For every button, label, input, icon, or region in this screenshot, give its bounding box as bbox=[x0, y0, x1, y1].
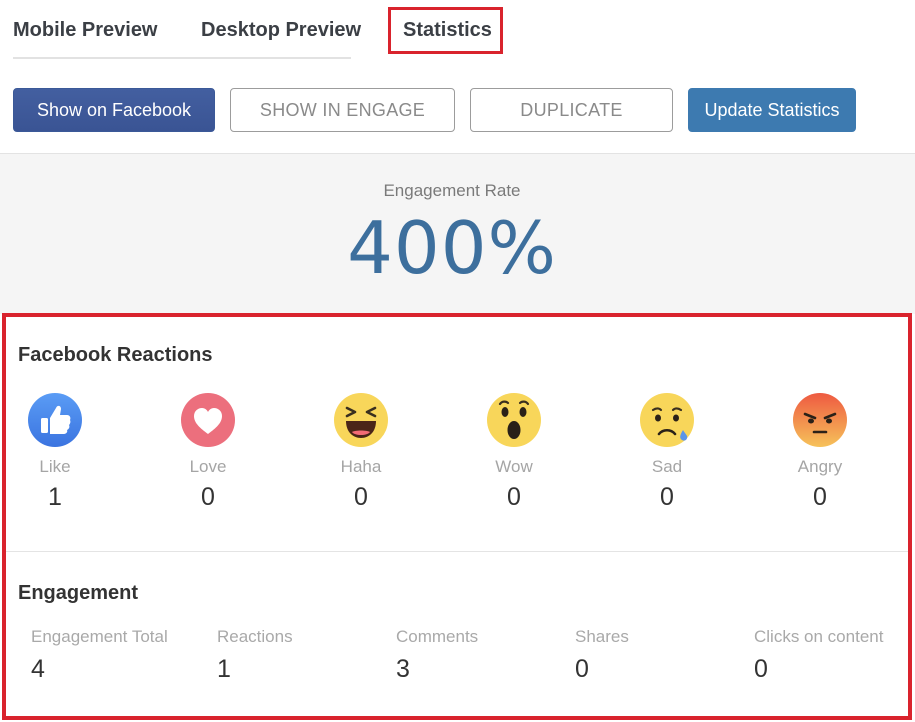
engagement-rate-panel: Engagement Rate 400% bbox=[0, 153, 915, 314]
reaction-label: Wow bbox=[495, 457, 533, 476]
show-in-engage-button[interactable]: SHOW IN ENGAGE bbox=[230, 88, 455, 132]
engagement-item-label: Clicks on content bbox=[754, 627, 884, 646]
reaction-count: 0 bbox=[813, 483, 827, 511]
tab-mobile-preview[interactable]: Mobile Preview bbox=[13, 19, 158, 42]
reaction-label: Love bbox=[189, 457, 227, 476]
section-divider bbox=[6, 551, 908, 552]
reaction-wow: Wow 0 bbox=[464, 392, 564, 512]
facebook-reactions-title: Facebook Reactions bbox=[18, 344, 213, 366]
show-on-facebook-button[interactable]: Show on Facebook bbox=[13, 88, 215, 132]
reaction-label: Sad bbox=[651, 457, 683, 476]
love-icon bbox=[180, 392, 236, 448]
reaction-label: Like bbox=[39, 457, 71, 476]
preview-tabs: Mobile Preview Desktop Preview Statistic… bbox=[0, 0, 915, 70]
tab-desktop-preview[interactable]: Desktop Preview bbox=[201, 19, 361, 42]
haha-icon bbox=[333, 392, 389, 448]
engagement-item-label: Shares bbox=[575, 627, 629, 646]
reaction-label: Angry bbox=[797, 457, 843, 476]
reaction-like: Like 1 bbox=[5, 392, 105, 512]
reaction-haha: Haha 0 bbox=[311, 392, 411, 512]
update-statistics-button[interactable]: Update Statistics bbox=[688, 88, 856, 132]
engagement-item-value: 3 bbox=[396, 655, 410, 683]
engagement-shares: Shares 0 bbox=[575, 627, 745, 684]
engagement-item-value: 0 bbox=[575, 655, 589, 683]
reaction-love: Love 0 bbox=[158, 392, 258, 512]
statistics-page: Mobile Preview Desktop Preview Statistic… bbox=[0, 0, 915, 722]
engagement-clicks: Clicks on content 0 bbox=[754, 627, 904, 684]
reaction-count: 0 bbox=[201, 483, 215, 511]
reaction-count: 0 bbox=[660, 483, 674, 511]
reaction-count: 1 bbox=[48, 483, 62, 511]
engagement-comments: Comments 3 bbox=[396, 627, 566, 684]
engagement-reactions: Reactions 1 bbox=[217, 627, 387, 684]
reaction-count: 0 bbox=[507, 483, 521, 511]
statistics-box: Facebook Reactions Like 1 Love 0 Haha 0 … bbox=[2, 313, 912, 720]
reaction-angry: Angry 0 bbox=[770, 392, 870, 512]
engagement-item-value: 4 bbox=[31, 655, 45, 683]
engagement-item-label: Engagement Total bbox=[31, 627, 168, 646]
reaction-sad: Sad 0 bbox=[617, 392, 717, 512]
engagement-rate-label: Engagement Rate bbox=[383, 181, 521, 200]
reaction-count: 0 bbox=[354, 483, 368, 511]
engagement-item-label: Reactions bbox=[217, 627, 293, 646]
engagement-item-value: 0 bbox=[754, 655, 768, 683]
duplicate-button[interactable]: DUPLICATE bbox=[470, 88, 673, 132]
engagement-total: Engagement Total 4 bbox=[31, 627, 201, 684]
engagement-title: Engagement bbox=[18, 582, 139, 604]
engagement-rate-value: 400% bbox=[347, 206, 557, 290]
tab-underline bbox=[13, 57, 351, 59]
angry-icon bbox=[792, 392, 848, 448]
like-icon bbox=[27, 392, 83, 448]
reaction-label: Haha bbox=[340, 457, 382, 476]
tab-statistics-highlight bbox=[388, 7, 503, 54]
sad-icon bbox=[639, 392, 695, 448]
wow-icon bbox=[486, 392, 542, 448]
engagement-item-value: 1 bbox=[217, 655, 231, 683]
engagement-item-label: Comments bbox=[396, 627, 479, 646]
